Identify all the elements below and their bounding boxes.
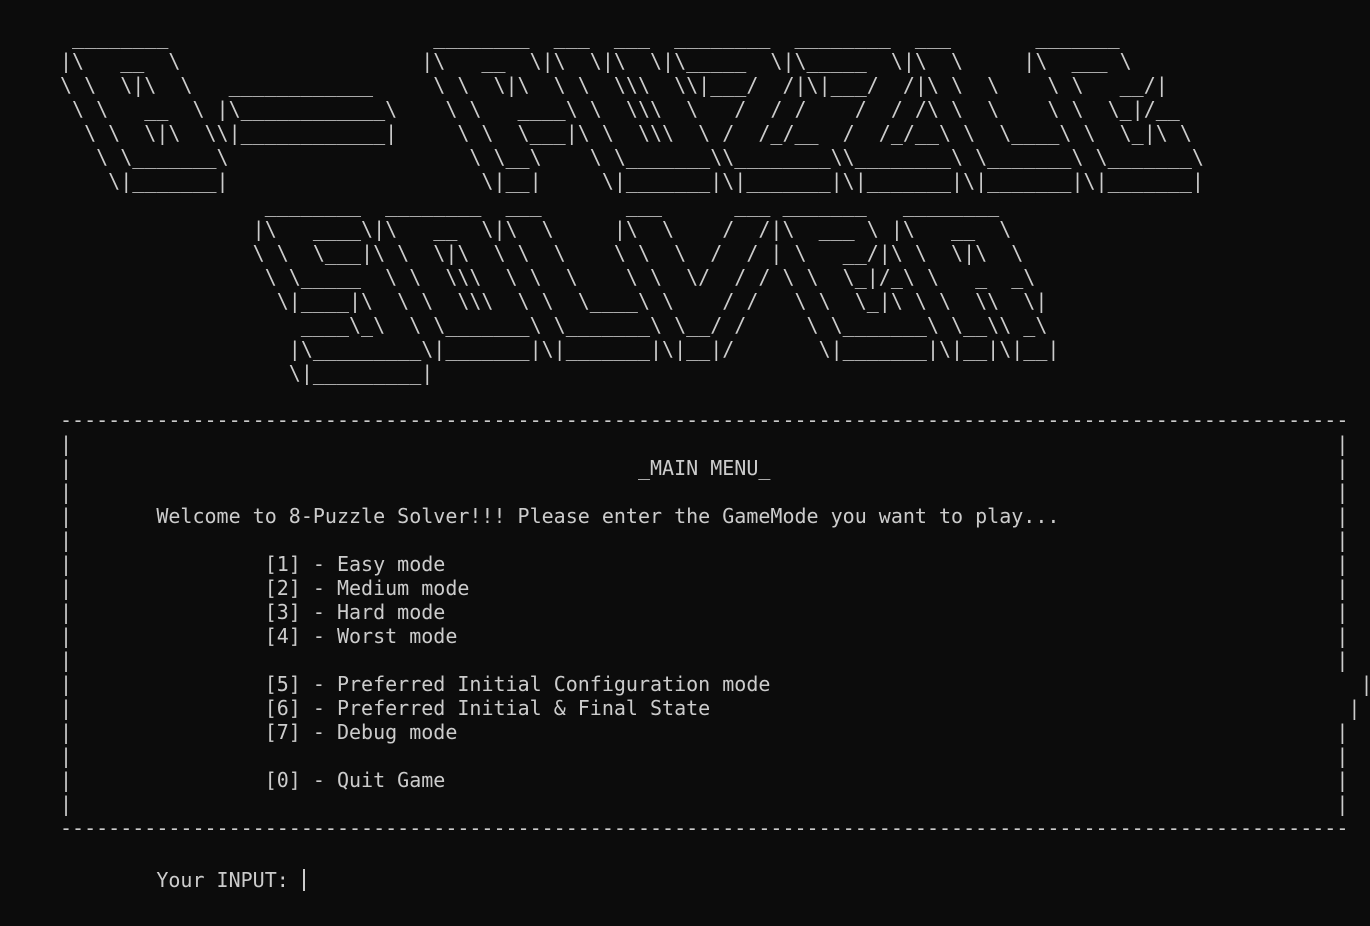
option-medium-mode: [2] - Medium mode <box>264 576 470 600</box>
option-line: | [3] - Hard mode | <box>60 600 1349 624</box>
input-prompt-line[interactable]: Your INPUT: <box>60 868 305 892</box>
banner-line: \ \ \|\ \\|____________| \ \ \___|\ \ \\… <box>60 121 1192 145</box>
welcome-text: Welcome to 8-Puzzle Solver!!! Please ent… <box>156 504 1060 528</box>
option-line: | [4] - Worst mode | <box>60 624 1349 648</box>
option-line: | [5] - Preferred Initial Configuration … <box>60 672 1370 696</box>
option-easy-mode: [1] - Easy mode <box>264 552 446 576</box>
welcome-line: | Welcome to 8-Puzzle Solver!!! Please e… <box>60 504 1349 528</box>
banner-line: ____\_\ \ \_______\ \_______\ \__/ / \ \… <box>60 313 1048 337</box>
option-worst-mode: [4] - Worst mode <box>264 624 458 648</box>
banner-line: \|_________| <box>60 361 434 385</box>
input-prompt-label: Your INPUT: <box>156 868 289 892</box>
menu-title-line: | _MAIN MENU_ | <box>60 456 1349 480</box>
input-prompt-area[interactable]: Your INPUT: <box>60 868 305 892</box>
option-preferred-initial-config: [5] - Preferred Initial Configuration mo… <box>264 672 771 696</box>
banner-line: \|____|\ \ \ \\\ \ \ \____\ \ / / \ \ \_… <box>60 289 1048 313</box>
menu-blank-line: | | <box>60 648 1349 672</box>
option-line: | [6] - Preferred Initial & Final State … <box>60 696 1361 720</box>
banner-line: \ \_______\ \ \__\ \ \_______\\________\… <box>60 145 1204 169</box>
banner-line: \ \ \___|\ \ \|\ \ \ \ \ \ \ / / | \ __/… <box>60 241 1024 265</box>
banner-line: |\ __ \ |\ __ \|\ \|\ \|\_____ \|\_____ … <box>60 49 1132 73</box>
banner-line: ________ ________ ___ ___ ___ _______ __… <box>60 193 1000 217</box>
option-debug-mode: [7] - Debug mode <box>264 720 458 744</box>
menu-blank-line: | | <box>60 744 1349 768</box>
menu-blank-line: | | <box>60 528 1349 552</box>
ascii-banner: ________ ________ ___ ___ ________ _____… <box>60 26 1204 386</box>
menu-blank-line: | | <box>60 480 1349 504</box>
banner-line: ________ ________ ___ ___ ________ _____… <box>60 25 1120 49</box>
menu-blank-line: | | <box>60 432 1349 456</box>
menu-title: _MAIN MENU_ <box>637 456 771 480</box>
banner-line: \ \ __ \ |\____________\ \ \ ____\ \ \\\… <box>60 97 1180 121</box>
option-line: | [7] - Debug mode | <box>60 720 1349 744</box>
banner-line: |\ ____\|\ __ \|\ \ |\ \ / /|\ ___ \ |\ … <box>60 217 1012 241</box>
menu-border-bottom: ----------------------------------------… <box>60 816 1349 840</box>
option-line: | [0] - Quit Game | <box>60 768 1349 792</box>
option-line: | [1] - Easy mode | <box>60 552 1349 576</box>
menu-blank-line: | | <box>60 792 1349 816</box>
option-preferred-initial-final: [6] - Preferred Initial & Final State <box>264 696 711 720</box>
option-quit-game: [0] - Quit Game <box>264 768 446 792</box>
banner-line: \ \_____ \ \ \\\ \ \ \ \ \ \/ / / \ \ \_… <box>60 265 1036 289</box>
banner-line: \ \ \|\ \ ____________ \ \ \|\ \ \ \\\ \… <box>60 73 1168 97</box>
menu-border-top: ----------------------------------------… <box>60 408 1349 432</box>
option-hard-mode: [3] - Hard mode <box>264 600 446 624</box>
option-line: | [2] - Medium mode | <box>60 576 1349 600</box>
text-cursor[interactable] <box>302 869 305 891</box>
main-menu-box: ----------------------------------------… <box>60 408 1370 840</box>
banner-line: \|_______| \|__| \|_______|\|_______|\|_… <box>60 169 1204 193</box>
banner-line: |\_________\|_______|\|_______|\|__|/ \|… <box>60 337 1060 361</box>
